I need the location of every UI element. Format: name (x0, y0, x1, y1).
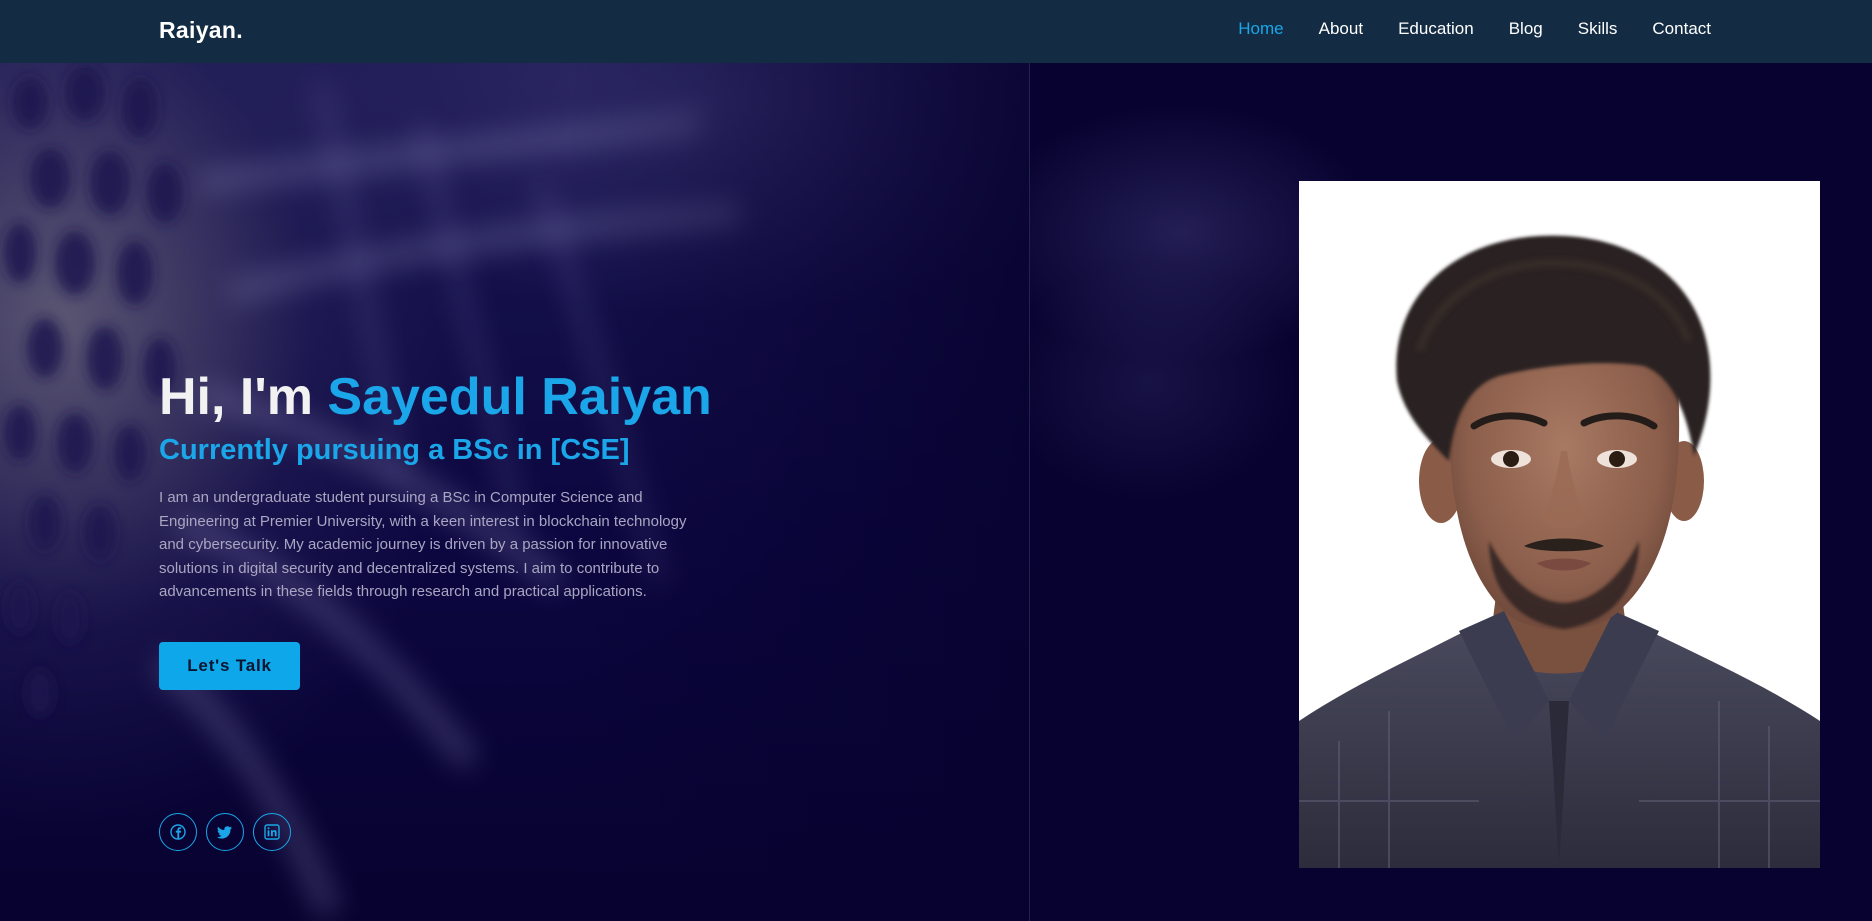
logo[interactable]: Raiyan. (159, 17, 243, 44)
hero-subtitle: Currently pursuing a BSc in [CSE] (159, 434, 630, 466)
nav-skills[interactable]: Skills (1578, 19, 1618, 39)
nav-home[interactable]: Home (1238, 19, 1283, 39)
site-header: Raiyan. Home About Education Blog Skills… (0, 0, 1872, 63)
hero-description: I am an undergraduate student pursuing a… (159, 489, 687, 600)
hero-greeting: Hi, I'm (159, 368, 328, 426)
nav-education[interactable]: Education (1398, 19, 1474, 39)
section-divider (1029, 63, 1030, 921)
twitter-icon[interactable] (206, 813, 244, 851)
main-nav: Home About Education Blog Skills Contact (1203, 19, 1711, 39)
nav-blog[interactable]: Blog (1509, 19, 1543, 39)
hero-content: Hi, I'm Sayedul Raiyan Currently pursuin… (159, 367, 719, 690)
hero-name: Sayedul Raiyan (327, 368, 712, 426)
linkedin-glyph (264, 824, 280, 840)
hero-title: Hi, I'm Sayedul Raiyan (159, 367, 719, 427)
nav-contact[interactable]: Contact (1652, 19, 1711, 39)
facebook-glyph (170, 824, 186, 840)
lets-talk-button[interactable]: Let's Talk (159, 641, 300, 690)
social-links (159, 813, 291, 851)
profile-photo (1299, 181, 1820, 868)
twitter-glyph (217, 826, 232, 839)
portrait-illustration (1299, 181, 1820, 868)
facebook-icon[interactable] (159, 813, 197, 851)
linkedin-icon[interactable] (253, 813, 291, 851)
nav-about[interactable]: About (1319, 19, 1363, 39)
